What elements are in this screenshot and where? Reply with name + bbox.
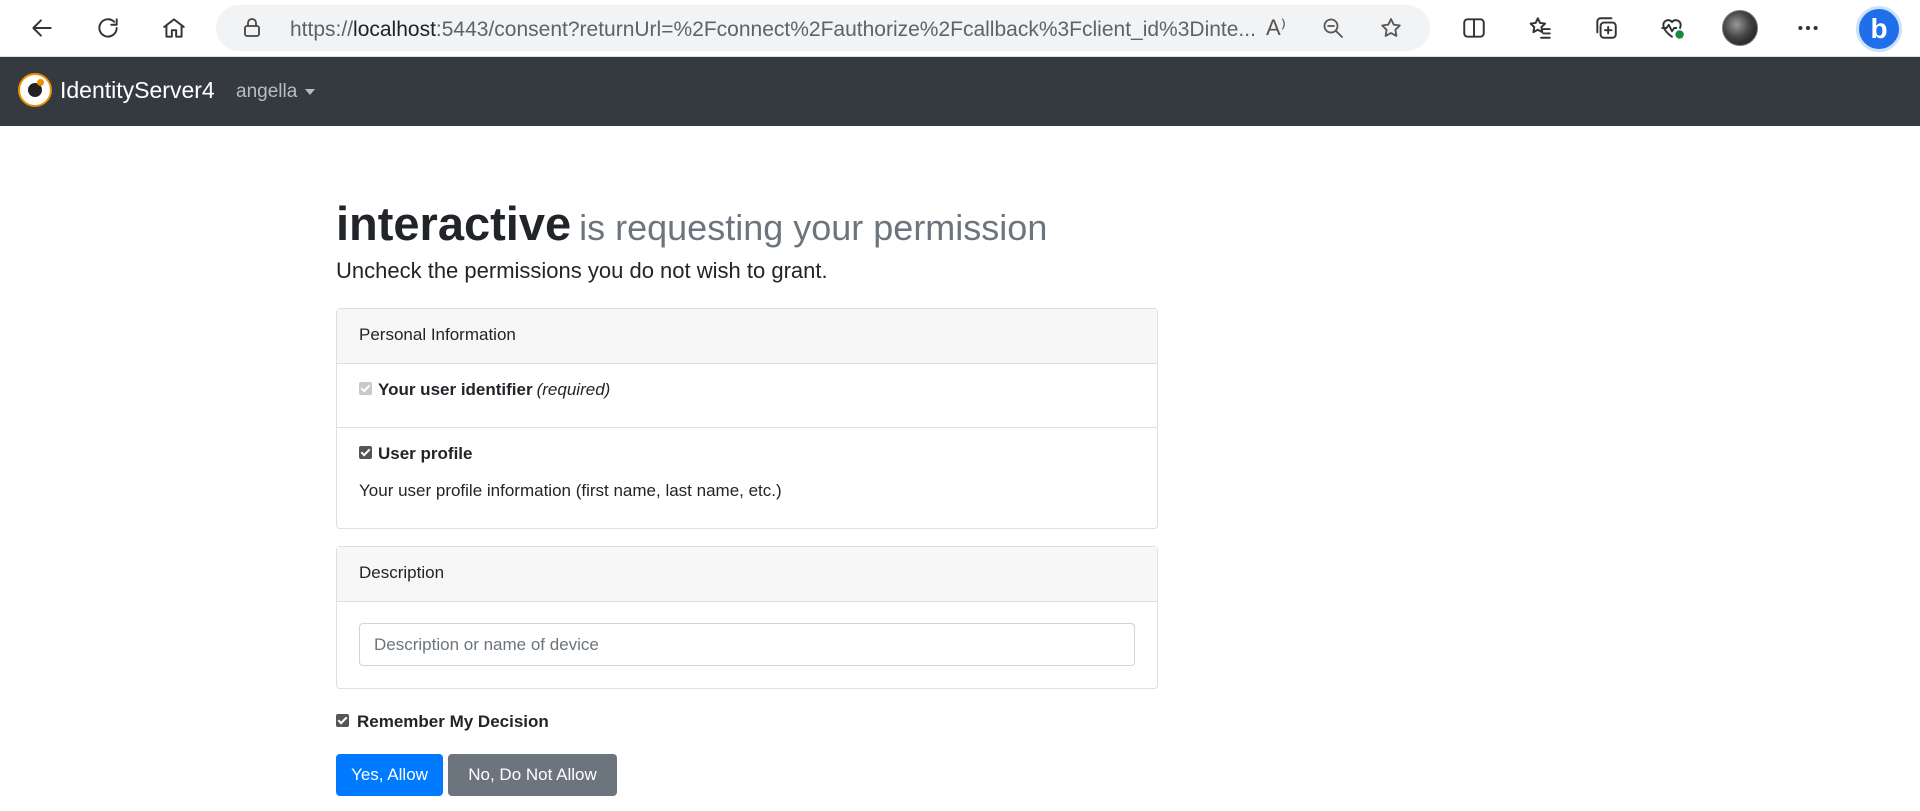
favorite-star-icon[interactable] — [1376, 13, 1406, 43]
lock-icon[interactable] — [240, 16, 264, 40]
page-title: interactive is requesting your permission — [336, 196, 1047, 251]
read-aloud-icon[interactable]: A⁾ — [1261, 13, 1291, 43]
brand-link[interactable]: IdentityServer4 — [18, 73, 215, 107]
user-dropdown[interactable]: angella — [236, 81, 316, 103]
scope-checkbox-openid[interactable] — [359, 382, 372, 396]
scope-description: Your user profile information (first nam… — [359, 481, 782, 500]
refresh-icon[interactable] — [90, 10, 126, 46]
description-card: Description — [336, 546, 1158, 689]
card-header: Description — [337, 547, 1157, 602]
allow-button[interactable]: Yes, Allow — [336, 754, 443, 796]
caret-down-icon — [305, 89, 316, 95]
browser-essentials-icon[interactable] — [1654, 10, 1690, 46]
more-options-icon[interactable] — [1790, 10, 1826, 46]
card-header: Personal Information — [337, 309, 1157, 364]
identityserver-logo-icon — [18, 73, 52, 107]
remember-label: Remember My Decision — [357, 712, 549, 731]
scope-label: Your user identifier — [378, 380, 533, 399]
scope-item-openid: Your user identifier (required) — [337, 364, 1157, 428]
back-icon[interactable] — [24, 10, 60, 46]
deny-button[interactable]: No, Do Not Allow — [448, 754, 617, 796]
client-name: interactive — [336, 197, 572, 250]
collections-icon[interactable] — [1588, 10, 1624, 46]
request-text: is requesting your permission — [579, 207, 1048, 248]
split-screen-icon[interactable] — [1456, 10, 1492, 46]
app-navbar: IdentityServer4 angella — [0, 57, 1920, 126]
remember-checkbox[interactable] — [336, 714, 349, 728]
scope-required-text: (required) — [536, 380, 611, 399]
scope-checkbox-profile[interactable] — [359, 446, 372, 460]
bing-copilot-icon[interactable]: b — [1856, 6, 1902, 52]
address-bar[interactable]: https://localhost:5443/consent?returnUrl… — [216, 5, 1430, 51]
scope-item-profile: User profile Your user profile informati… — [337, 428, 1157, 528]
description-input[interactable] — [359, 623, 1135, 666]
brand-name: IdentityServer4 — [60, 76, 215, 103]
url-text[interactable]: https://localhost:5443/consent?returnUrl… — [290, 18, 1260, 42]
scope-label: User profile — [378, 444, 473, 463]
zoom-out-icon[interactable] — [1318, 13, 1348, 43]
favorites-icon[interactable] — [1522, 10, 1558, 46]
browser-toolbar: https://localhost:5443/consent?returnUrl… — [0, 0, 1920, 57]
profile-avatar[interactable] — [1722, 10, 1758, 46]
lead-text: Uncheck the permissions you do not wish … — [336, 258, 828, 283]
personal-information-card: Personal Information Your user identifie… — [336, 308, 1158, 529]
home-icon[interactable] — [156, 10, 192, 46]
remember-consent[interactable]: Remember My Decision — [336, 712, 549, 732]
user-name: angella — [236, 81, 298, 102]
